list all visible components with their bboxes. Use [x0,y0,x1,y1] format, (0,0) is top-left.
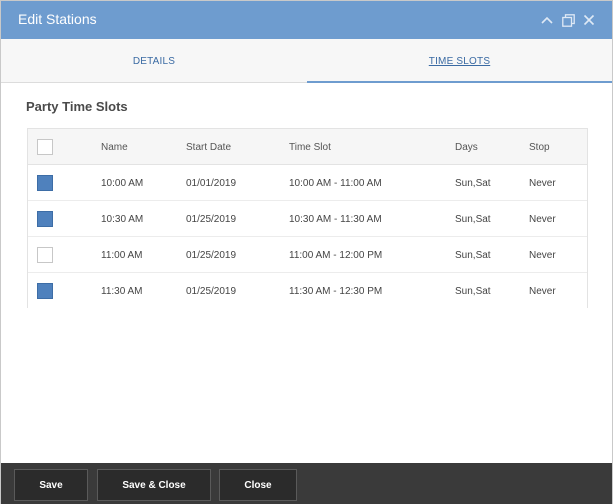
cell-start-date: 01/25/2019 [186,285,237,297]
section-title: Party Time Slots [26,99,128,114]
active-tab-indicator [307,81,612,83]
cell-days: Sun,Sat [455,213,491,225]
row-checkbox-cell [37,237,53,273]
tab-details-label: DETAILS [132,55,176,67]
close-icon[interactable] [581,12,597,28]
cell-start-date: 01/25/2019 [186,213,237,225]
cell-time-slot: 10:30 AM - 11:30 AM [289,213,382,225]
chevron-up-icon[interactable] [539,12,555,28]
cell-days: Sun,Sat [455,285,491,297]
row-checkbox[interactable] [37,211,53,227]
cell-name: 10:00 AM [101,177,144,189]
dialog-footer: Save Save & Close Close [1,463,612,504]
table-row[interactable]: 11:00 AM 01/25/2019 11:00 AM - 12:00 PM … [28,237,587,273]
column-header-days[interactable]: Days [455,129,478,165]
row-checkbox-cell [37,273,53,309]
table-row[interactable]: 10:00 AM 01/01/2019 10:00 AM - 11:00 AM … [28,165,587,201]
cell-stop: Never [529,285,556,297]
column-header-time-slot[interactable]: Time Slot [289,129,331,165]
edit-stations-dialog: Edit Stations DETAILS TIME SLOTS Party T… [0,0,613,504]
cell-name: 11:30 AM [101,285,143,297]
row-checkbox[interactable] [37,175,53,191]
cell-name: 10:30 AM [101,213,144,225]
cell-start-date: 01/25/2019 [186,249,237,261]
column-header-stop[interactable]: Stop [529,129,550,165]
time-slots-table: Name Start Date Time Slot Days Stop 10:0… [27,128,588,309]
cell-days: Sun,Sat [455,249,491,261]
row-checkbox[interactable] [37,247,53,263]
cell-start-date: 01/01/2019 [186,177,237,189]
cell-time-slot: 10:00 AM - 11:00 AM [289,177,382,189]
column-header-name[interactable]: Name [101,129,128,165]
row-checkbox-cell [37,165,53,201]
table-row[interactable]: 10:30 AM 01/25/2019 10:30 AM - 11:30 AM … [28,201,587,237]
cell-time-slot: 11:30 AM - 12:30 PM [289,285,383,297]
cell-stop: Never [529,213,556,225]
title-bar: Edit Stations [1,1,612,39]
tab-time-slots-label: TIME SLOTS [428,55,491,67]
tab-bar: DETAILS TIME SLOTS [1,39,612,83]
save-button[interactable]: Save [14,469,88,501]
dialog-title: Edit Stations [18,11,97,27]
tab-time-slots[interactable]: TIME SLOTS [307,39,612,83]
cell-name: 11:00 AM [101,249,143,261]
row-checkbox[interactable] [37,283,53,299]
cell-time-slot: 11:00 AM - 12:00 PM [289,249,383,261]
save-and-close-button[interactable]: Save & Close [97,469,211,501]
column-header-start-date[interactable]: Start Date [186,129,231,165]
row-checkbox-cell [37,201,53,237]
cell-stop: Never [529,177,556,189]
cell-days: Sun,Sat [455,177,491,189]
cell-stop: Never [529,249,556,261]
tab-details[interactable]: DETAILS [1,39,307,83]
restore-window-icon[interactable] [560,12,576,28]
table-header: Name Start Date Time Slot Days Stop [28,129,587,165]
table-row[interactable]: 11:30 AM 01/25/2019 11:30 AM - 12:30 PM … [28,273,587,309]
header-checkbox-cell [37,129,53,165]
close-button[interactable]: Close [219,469,297,501]
select-all-checkbox[interactable] [37,139,53,155]
